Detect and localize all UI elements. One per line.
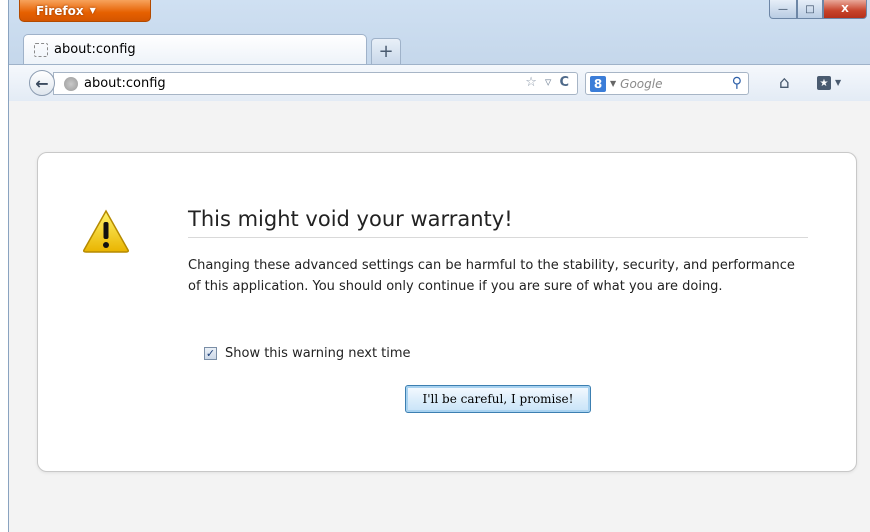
- accept-risk-button[interactable]: I'll be careful, I promise!: [405, 385, 591, 413]
- show-warning-label: Show this warning next time: [225, 346, 411, 361]
- back-button[interactable]: ←: [29, 70, 55, 96]
- back-arrow-icon: ←: [35, 73, 49, 93]
- url-bar[interactable]: about:config ☆ ▿ C: [53, 72, 578, 95]
- firefox-menu-label: Firefox: [36, 3, 84, 18]
- reload-icon[interactable]: C: [559, 75, 569, 90]
- maximize-button[interactable]: □: [797, 0, 823, 19]
- search-bar[interactable]: 8 ▼ Google ⚲: [585, 72, 749, 95]
- new-tab-button[interactable]: +: [371, 38, 401, 64]
- url-bar-icons: ☆ ▿ C: [525, 75, 569, 90]
- warning-title: This might void your warranty!: [188, 207, 808, 238]
- site-identity-icon[interactable]: [64, 76, 78, 91]
- search-input[interactable]: Google: [620, 77, 662, 91]
- home-icon[interactable]: ⌂: [779, 73, 790, 93]
- chevron-down-icon: ▼: [89, 6, 96, 15]
- close-button[interactable]: X: [823, 0, 867, 19]
- show-warning-checkbox[interactable]: ✓: [204, 347, 217, 360]
- search-icon[interactable]: ⚲: [732, 75, 742, 91]
- bookmarks-dropdown-icon[interactable]: ▼: [835, 78, 841, 87]
- warning-body: Changing these advanced settings can be …: [188, 258, 795, 294]
- browser-window: Firefox ▼ — □ X about:config + about:con…: [8, 0, 870, 532]
- google-engine-icon[interactable]: 8: [590, 75, 606, 92]
- tab-about-config[interactable]: about:config: [23, 34, 367, 64]
- navigation-toolbar: about:config ☆ ▿ C ← 8 ▼ Google ⚲ ⌂ ★ ▼: [9, 64, 870, 102]
- page-content: This might void your warranty! Changing …: [9, 101, 870, 532]
- warning-icon: [83, 209, 129, 253]
- url-text[interactable]: about:config: [84, 76, 166, 91]
- plus-icon: +: [378, 41, 394, 62]
- maximize-icon: □: [805, 3, 815, 15]
- engine-dropdown-icon[interactable]: ▼: [610, 79, 616, 88]
- page-favicon-icon: [34, 42, 48, 57]
- warning-panel: This might void your warranty! Changing …: [37, 152, 857, 472]
- close-icon: X: [841, 3, 849, 15]
- show-warning-option[interactable]: ✓ Show this warning next time: [204, 346, 411, 361]
- bookmarks-menu-icon[interactable]: ★: [817, 76, 831, 90]
- bookmark-star-icon[interactable]: ☆: [525, 75, 537, 90]
- tab-label: about:config: [54, 42, 136, 57]
- firefox-menu-button[interactable]: Firefox ▼: [19, 0, 151, 22]
- minimize-button[interactable]: —: [769, 0, 797, 19]
- minimize-icon: —: [778, 3, 788, 15]
- history-dropdown-icon[interactable]: ▿: [545, 75, 552, 90]
- window-controls: — □ X: [769, 0, 867, 19]
